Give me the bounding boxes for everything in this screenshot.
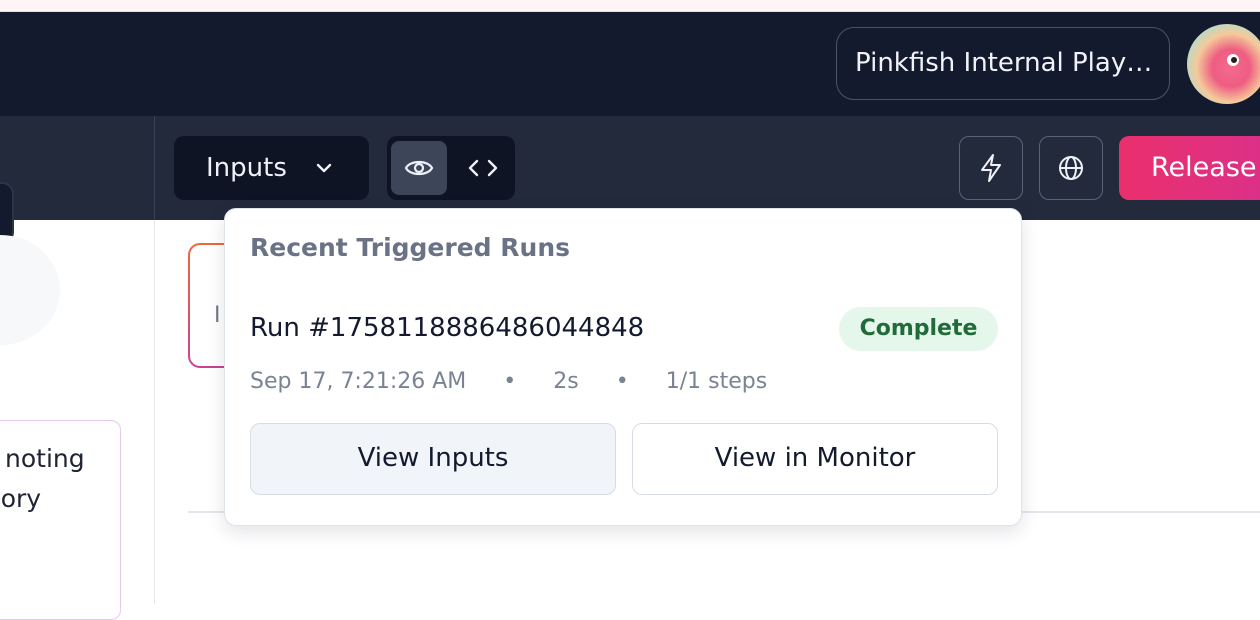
run-timestamp: Sep 17, 7:21:26 AM [250, 369, 467, 394]
top-accent-line [0, 0, 1260, 12]
node-card[interactable]: noting emory [0, 420, 121, 620]
run-duration: 2s [553, 369, 579, 394]
canvas-background-shape [0, 235, 60, 345]
chevron-down-icon [316, 163, 332, 173]
meta-separator: • [615, 369, 629, 394]
run-id: Run #1758118886486044848 [250, 313, 645, 343]
eye-icon [404, 160, 434, 176]
preview-view-button[interactable] [391, 141, 447, 195]
top-navigation-bar: Pinkfish Internal Play… [0, 12, 1260, 116]
meta-separator: • [503, 369, 517, 394]
toolbar-divider [154, 116, 155, 220]
globe-button[interactable] [1039, 136, 1103, 200]
inputs-dropdown[interactable]: Inputs [174, 136, 369, 200]
workspace-selector[interactable]: Pinkfish Internal Play… [836, 27, 1170, 100]
trigger-button[interactable] [959, 136, 1023, 200]
view-in-monitor-button[interactable]: View in Monitor [632, 423, 998, 495]
run-steps: 1/1 steps [665, 369, 768, 394]
user-avatar[interactable] [1187, 24, 1260, 104]
panel-divider [154, 220, 155, 604]
lightning-icon [981, 154, 1001, 182]
code-icon [468, 159, 498, 177]
editor-toolbar: Inputs Release [0, 116, 1260, 244]
node-card-line: emory [0, 484, 42, 513]
view-inputs-button[interactable]: View Inputs [250, 423, 616, 495]
step-card-label: I [214, 303, 221, 328]
status-badge: Complete [839, 307, 998, 351]
globe-icon [1059, 156, 1083, 180]
recent-runs-popover: Recent Triggered Runs Run #1758118886486… [224, 208, 1022, 526]
popover-title: Recent Triggered Runs [250, 233, 570, 262]
code-view-button[interactable] [455, 141, 511, 195]
view-mode-toggle [387, 136, 515, 200]
avatar-eye [1227, 54, 1239, 66]
node-card-text: noting emory [0, 439, 85, 519]
inputs-dropdown-label: Inputs [206, 153, 287, 183]
node-card-line: noting [5, 444, 85, 473]
release-button[interactable]: Release [1119, 136, 1260, 200]
run-meta: Sep 17, 7:21:26 AM • 2s • 1/1 steps [250, 369, 767, 394]
